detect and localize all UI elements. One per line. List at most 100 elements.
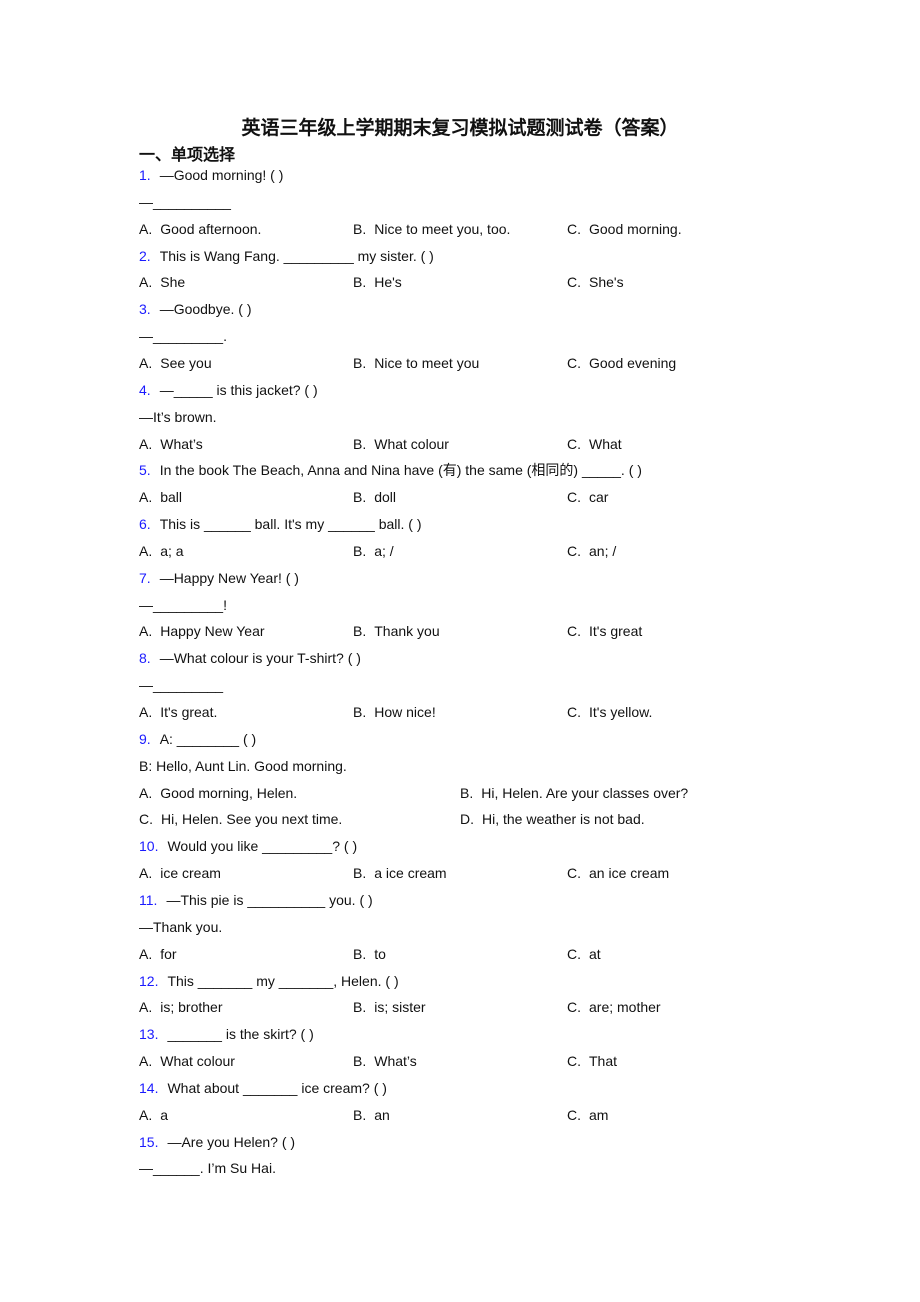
answer-option[interactable]: A. She: [139, 272, 185, 292]
answer-option[interactable]: A. What colour: [139, 1051, 235, 1071]
option-label: C.: [567, 489, 581, 506]
question-number: 4.: [139, 381, 151, 398]
option-label: A.: [139, 704, 153, 720]
answer-option[interactable]: C. an ice cream: [567, 863, 669, 883]
option-text: It's great: [589, 623, 643, 640]
option-text: at: [589, 945, 601, 962]
answer-option[interactable]: A. for: [139, 944, 177, 964]
option-label: A.: [139, 999, 153, 1016]
option-label: A.: [139, 1106, 153, 1123]
answer-option[interactable]: C. What: [567, 434, 622, 454]
option-text: Hi, the weather is not bad.: [482, 811, 645, 828]
answer-option[interactable]: B. What’s: [353, 1051, 417, 1071]
question-stem: 12. This _______ my _______, Helen. ( ): [139, 971, 399, 991]
answer-option[interactable]: B. Hi, Helen. Are your classes over?: [460, 783, 688, 803]
answer-option[interactable]: C. an; /: [567, 541, 616, 561]
answer-option[interactable]: B. Nice to meet you: [353, 353, 479, 373]
option-label: C.: [567, 354, 581, 371]
option-label: B.: [353, 865, 367, 882]
option-text: a; /: [374, 542, 394, 559]
question-text: _______ is the skirt? ( ): [167, 1026, 314, 1043]
option-text: He's: [374, 274, 402, 291]
answer-option[interactable]: C. It's yellow.: [567, 702, 652, 722]
answer-option[interactable]: A. Good morning, Helen.: [139, 783, 297, 803]
answer-option[interactable]: A. ball: [139, 487, 182, 507]
question-number: 12.: [139, 972, 159, 989]
answer-option[interactable]: B. Thank you: [353, 621, 440, 641]
answer-option[interactable]: B. He's: [353, 272, 402, 292]
option-label: B.: [353, 945, 367, 962]
answer-option[interactable]: C. She's: [567, 272, 624, 292]
answer-option[interactable]: A. is; brother: [139, 997, 222, 1017]
question-text: B: Hello, Aunt Lin. Good morning.: [139, 757, 347, 774]
option-label: A.: [139, 489, 153, 506]
question-number: 13.: [139, 1026, 159, 1043]
option-text: for: [160, 945, 177, 962]
answer-option[interactable]: A. It's great.: [139, 702, 217, 722]
answer-option[interactable]: A. See you: [139, 353, 212, 373]
answer-option[interactable]: A. a; a: [139, 541, 184, 561]
answer-option[interactable]: C. It's great: [567, 621, 642, 641]
option-text: Good morning, Helen.: [160, 784, 298, 801]
option-label: C.: [567, 1053, 581, 1070]
option-label: A.: [139, 865, 153, 882]
answer-option[interactable]: B. doll: [353, 487, 396, 507]
question-text: —__________: [139, 193, 231, 210]
question-line: —It’s brown.: [139, 407, 217, 427]
answer-option[interactable]: A. ice cream: [139, 863, 221, 883]
answer-option[interactable]: C. car: [567, 487, 608, 507]
question-text: —_________: [139, 677, 224, 694]
answer-option[interactable]: B. Nice to meet you, too.: [353, 219, 510, 239]
answer-option[interactable]: B. a ice cream: [353, 863, 447, 883]
option-label: B.: [353, 489, 367, 506]
question-number: 1.: [139, 167, 151, 183]
option-text: is; brother: [160, 999, 223, 1016]
answer-option[interactable]: C. are; mother: [567, 997, 661, 1017]
answer-option[interactable]: B. How nice!: [353, 702, 436, 722]
question-stem: 5. In the book The Beach, Anna and Nina h…: [139, 460, 642, 480]
question-text: This is ______ ball. It's my ______ ball…: [159, 516, 422, 533]
option-text: are; mother: [589, 999, 661, 1016]
question-stem: 1. —Good morning! ( ): [139, 165, 283, 185]
question-text: This is Wang Fang. _________ my sister. …: [159, 247, 434, 264]
answer-option[interactable]: B. What colour: [353, 434, 449, 454]
option-text: How nice!: [374, 704, 436, 720]
option-text: What’s: [160, 435, 203, 452]
question-line: —Thank you.: [139, 917, 222, 937]
option-text: ball: [160, 489, 183, 506]
question-text: —_________.: [139, 328, 227, 345]
option-label: B.: [353, 704, 367, 720]
option-text: Hi, Helen. Are your classes over?: [481, 784, 689, 801]
option-text: a ice cream: [374, 865, 447, 882]
answer-option[interactable]: A. Good afternoon.: [139, 219, 261, 239]
answer-option[interactable]: C. am: [567, 1105, 608, 1125]
answer-option[interactable]: B. an: [353, 1105, 390, 1125]
option-label: A.: [139, 1053, 153, 1070]
question-number: 6.: [139, 516, 151, 533]
question-text: —______. I’m Su Hai.: [139, 1160, 276, 1177]
question-line: —______. I’m Su Hai.: [139, 1158, 276, 1178]
answer-option[interactable]: C. Good evening: [567, 353, 676, 373]
answer-option[interactable]: A. Happy New Year: [139, 621, 265, 641]
option-label: C.: [567, 865, 581, 882]
option-label: A.: [139, 435, 153, 452]
option-text: See you: [160, 354, 212, 371]
answer-option[interactable]: B. a; /: [353, 541, 394, 561]
answer-option[interactable]: C. at: [567, 944, 601, 964]
question-number: 10.: [139, 838, 159, 855]
question-stem: 8. —What colour is your T-shirt? ( ): [139, 648, 361, 668]
option-text: Good afternoon.: [160, 220, 262, 237]
answer-option[interactable]: C. Hi, Helen. See you next time.: [139, 809, 342, 829]
option-label: B.: [353, 1106, 367, 1123]
answer-option[interactable]: C. That: [567, 1051, 617, 1071]
answer-option[interactable]: A. a: [139, 1105, 168, 1125]
option-label: C.: [567, 435, 581, 452]
answer-option[interactable]: C. Good morning.: [567, 219, 682, 239]
answer-option[interactable]: D. Hi, the weather is not bad.: [460, 809, 645, 829]
answer-option[interactable]: B. to: [353, 944, 386, 964]
answer-option[interactable]: A. What’s: [139, 434, 203, 454]
answer-option[interactable]: B. is; sister: [353, 997, 426, 1017]
option-text: What: [589, 435, 622, 452]
option-text: an ice cream: [589, 865, 670, 882]
option-label: A.: [139, 542, 153, 559]
